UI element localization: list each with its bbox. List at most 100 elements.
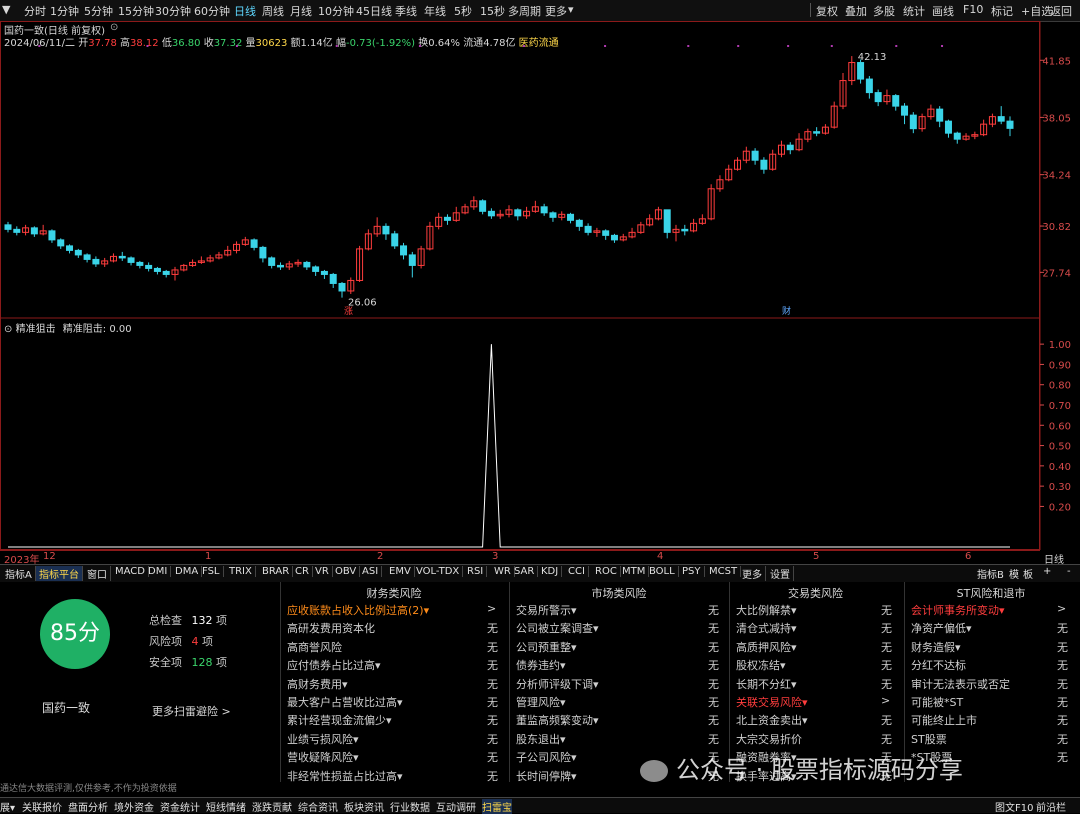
- indicator-right-button[interactable]: 指标B: [974, 566, 1007, 581]
- indicator-tab[interactable]: MCST: [706, 566, 742, 577]
- toolbar-button[interactable]: 复权: [816, 3, 838, 19]
- indicator-tab[interactable]: KDJ: [538, 566, 563, 577]
- risk-row[interactable]: 累计经营现金流偏少▾: [287, 712, 392, 728]
- toolbar-button[interactable]: 返回: [1050, 3, 1072, 19]
- risk-row[interactable]: 营收疑降风险▾: [287, 749, 359, 765]
- period-tab[interactable]: 多周期: [508, 3, 541, 19]
- candlestick-chart[interactable]: 41.8538.0534.2430.8227.7442.1326.06涨 财1.0…: [0, 21, 1080, 550]
- period-tab[interactable]: 日线: [234, 3, 256, 19]
- indicator-tab[interactable]: 窗口: [84, 566, 111, 581]
- risk-row[interactable]: 交易所警示▾: [516, 602, 577, 618]
- period-tab[interactable]: 1分钟: [50, 3, 79, 19]
- candle-body: [303, 261, 311, 268]
- indicator-tab[interactable]: FSL: [199, 566, 224, 577]
- risk-row[interactable]: 分红不达标: [911, 657, 966, 673]
- indicator-right-button[interactable]: +: [1040, 566, 1054, 577]
- indicator-tab[interactable]: TRIX: [226, 566, 256, 577]
- indicator-toggle-icon[interactable]: ⊙: [4, 324, 12, 335]
- toolbar-button[interactable]: F10: [963, 3, 983, 16]
- period-tab[interactable]: 60分钟: [194, 3, 230, 19]
- indicator-tab[interactable]: 设置: [767, 566, 794, 581]
- risk-row[interactable]: ST股票: [911, 731, 947, 747]
- indicator-tab[interactable]: DMA: [172, 566, 203, 577]
- indicator-tab[interactable]: RSI: [464, 566, 488, 577]
- period-tab[interactable]: 15秒: [480, 3, 505, 19]
- toolbar-button[interactable]: 标记: [991, 3, 1013, 19]
- risk-row[interactable]: 股权冻结▾: [736, 657, 786, 673]
- period-tab[interactable]: 季线: [395, 3, 417, 19]
- indicator-tab[interactable]: SAR: [511, 566, 539, 577]
- indicator-tab[interactable]: BRAR: [259, 566, 294, 577]
- toolbar-button[interactable]: 叠加: [845, 3, 867, 19]
- indicator-tab[interactable]: 指标平台: [36, 566, 83, 581]
- risk-row[interactable]: 债券违约▾: [516, 657, 566, 673]
- risk-row[interactable]: 业绩亏损风险▾: [287, 731, 359, 747]
- risk-row[interactable]: 可能被*ST: [911, 694, 963, 710]
- risk-row[interactable]: 大比例解禁▾: [736, 602, 797, 618]
- risk-row[interactable]: 财务造假▾: [911, 639, 961, 655]
- candle-body: [338, 282, 346, 292]
- risk-row[interactable]: 北上资金卖出▾: [736, 712, 808, 728]
- period-tab[interactable]: 年线: [424, 3, 446, 19]
- indicator-right-button[interactable]: 板: [1020, 566, 1036, 581]
- indicator-tab[interactable]: EMV: [386, 566, 415, 577]
- indicator-tab[interactable]: ROC: [592, 566, 621, 577]
- risk-row[interactable]: 高商誉风险: [287, 639, 342, 655]
- risk-row[interactable]: 高财务费用▾: [287, 676, 348, 692]
- period-tab[interactable]: 分时: [24, 3, 46, 19]
- risk-row[interactable]: 净资产偏低▾: [911, 620, 972, 636]
- risk-row[interactable]: 最大客户占营收比过高▾: [287, 694, 403, 710]
- toolbar-button[interactable]: 画线: [932, 3, 954, 19]
- risk-row[interactable]: 子公司风险▾: [516, 749, 577, 765]
- indicator-tab[interactable]: VOL-TDX: [413, 566, 464, 577]
- risk-row[interactable]: 应付债券占比过高▾: [287, 657, 381, 673]
- indicator-tab[interactable]: ASI: [359, 566, 383, 577]
- risk-row[interactable]: 关联交易风险▾: [736, 694, 808, 710]
- risk-row[interactable]: 可能终止上市: [911, 712, 977, 728]
- indicator-tab[interactable]: CCI: [565, 566, 589, 577]
- period-tab[interactable]: 15分钟: [118, 3, 154, 19]
- column-divider: [280, 582, 281, 782]
- indicator-tab[interactable]: 指标A: [2, 566, 36, 581]
- risk-row[interactable]: 审计无法表示或否定: [911, 676, 1010, 692]
- period-tab[interactable]: 30分钟: [155, 3, 191, 19]
- more-scan-link[interactable]: 更多扫雷避险 >: [152, 703, 231, 719]
- risk-row[interactable]: 会计师事务所变动▾: [911, 602, 1005, 618]
- indicator-tab[interactable]: PSY: [679, 566, 705, 577]
- indicator-tab[interactable]: 更多: [739, 566, 766, 581]
- period-tab[interactable]: 更多: [545, 3, 567, 19]
- dropdown-arrow-icon[interactable]: ▾: [568, 3, 574, 16]
- indicator-right-button[interactable]: -: [1064, 566, 1074, 577]
- indicator-tab[interactable]: VR: [312, 566, 333, 577]
- toolbar-button[interactable]: 多股: [873, 3, 895, 19]
- indicator-tab[interactable]: OBV: [332, 566, 361, 577]
- risk-row[interactable]: 长时间停牌▾: [516, 768, 577, 784]
- risk-row[interactable]: 高研发费用资本化: [287, 620, 375, 636]
- period-tab[interactable]: 45日线: [356, 3, 392, 19]
- risk-row[interactable]: 董监高频繁变动▾: [516, 712, 599, 728]
- risk-row[interactable]: 分析师评级下调▾: [516, 676, 599, 692]
- period-tab[interactable]: 10分钟: [318, 3, 354, 19]
- indicator-tab[interactable]: DMI: [145, 566, 172, 577]
- risk-row[interactable]: 公司被立案调查▾: [516, 620, 599, 636]
- toolbar-button[interactable]: +自选: [1021, 3, 1052, 19]
- indicator-tab[interactable]: MTM: [619, 566, 650, 577]
- risk-row[interactable]: 公司预重整▾: [516, 639, 577, 655]
- risk-row[interactable]: 大宗交易折价: [736, 731, 802, 747]
- risk-row[interactable]: 高质押风险▾: [736, 639, 797, 655]
- menu-icon[interactable]: ▼: [2, 3, 10, 16]
- period-tab[interactable]: 周线: [262, 3, 284, 19]
- indicator-tab[interactable]: MACD: [112, 566, 149, 577]
- risk-row[interactable]: 股东退出▾: [516, 731, 566, 747]
- risk-row[interactable]: 管理风险▾: [516, 694, 566, 710]
- period-tab[interactable]: 月线: [290, 3, 312, 19]
- toolbar-button[interactable]: 统计: [903, 3, 925, 19]
- risk-row[interactable]: 非经常性损益占比过高▾: [287, 768, 403, 784]
- risk-row[interactable]: 应收账款占收入比例过高(2)▾: [287, 602, 429, 618]
- risk-row[interactable]: 长期不分红▾: [736, 676, 797, 692]
- indicator-tab[interactable]: BOLL: [646, 566, 679, 577]
- period-tab[interactable]: 5秒: [454, 3, 472, 19]
- indicator-tab[interactable]: CR: [292, 566, 313, 577]
- period-tab[interactable]: 5分钟: [84, 3, 113, 19]
- risk-row[interactable]: 清仓式减持▾: [736, 620, 797, 636]
